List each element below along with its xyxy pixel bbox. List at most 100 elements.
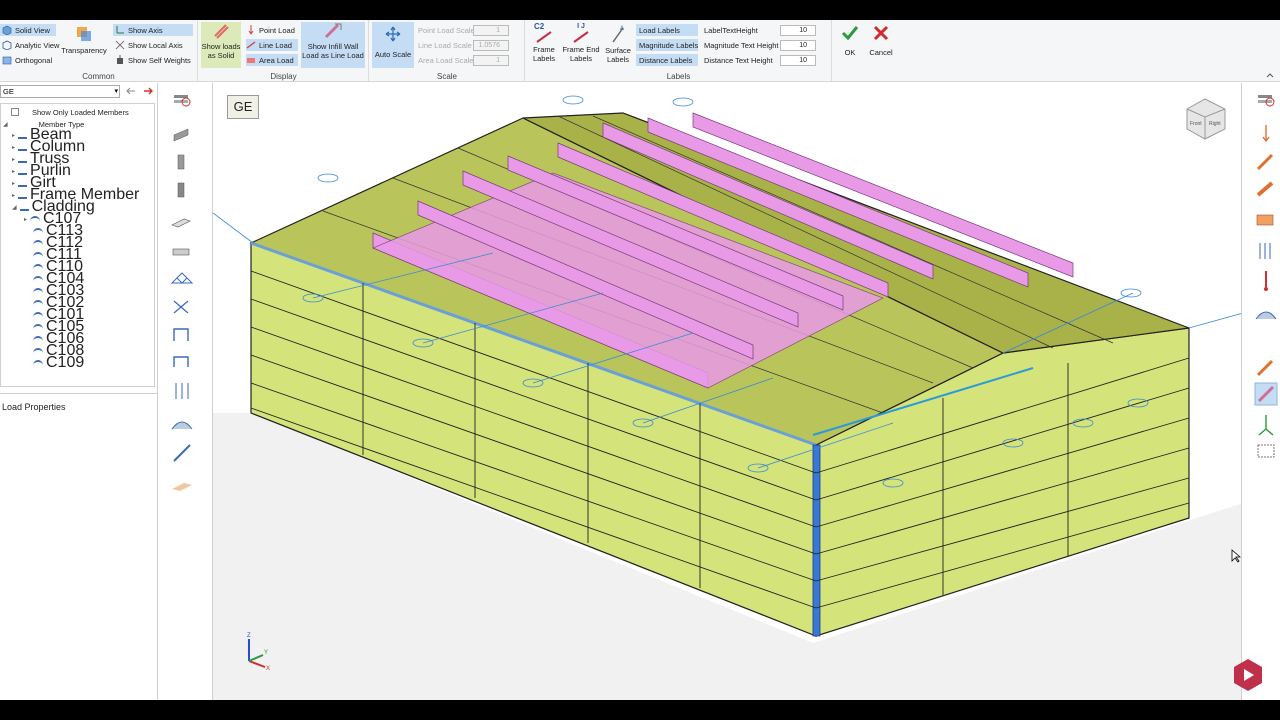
brace-icon[interactable] <box>173 300 189 314</box>
expand-arrow-icon[interactable]: ◢ <box>12 204 17 211</box>
distance-labels-button[interactable]: Distance Labels <box>636 54 698 66</box>
distance-text-height-input[interactable]: 10 <box>780 55 816 66</box>
thermal-load-icon[interactable] <box>1264 271 1268 291</box>
load-labels-label: Load Labels <box>639 25 680 35</box>
cancel-button[interactable]: Cancel <box>866 24 896 64</box>
infill-load-icon[interactable] <box>1254 382 1278 406</box>
plate-icon[interactable] <box>171 218 191 228</box>
axis-y-label: Y <box>264 650 268 656</box>
point-load-scale-input[interactable]: 1 <box>473 25 509 36</box>
orthogonal-button[interactable]: Orthogonal <box>0 54 52 66</box>
hinge-icon[interactable] <box>1256 359 1274 377</box>
slab-icon[interactable] <box>172 248 190 256</box>
checkbox-box[interactable] <box>11 108 19 116</box>
svg-text:A: A <box>620 26 624 32</box>
arrow-right-icon[interactable] <box>143 87 153 95</box>
expand-arrow-icon[interactable]: ▸ <box>24 216 27 223</box>
checkmark-icon <box>841 26 859 41</box>
expand-arrow-icon[interactable]: ▸ <box>12 156 15 163</box>
column-icon[interactable] <box>177 154 185 170</box>
show-loads-as-solid-button[interactable]: Show loads as Solid <box>201 22 241 68</box>
wall-load-tool-icon[interactable] <box>1256 214 1274 226</box>
cladding-icon <box>33 252 43 258</box>
frame-end-icon <box>573 31 589 43</box>
frame-end-labels-button[interactable]: I J Frame End Labels <box>562 22 600 68</box>
line-load-button[interactable]: Line Load <box>246 39 298 51</box>
solid-view-button[interactable]: Solid View <box>0 24 56 36</box>
cube-icon <box>2 25 12 35</box>
area-load-scale-input[interactable]: 1 <box>473 55 509 66</box>
show-only-loaded-label: Show Only Loaded Members <box>32 107 129 117</box>
analytic-view-button[interactable]: Analytic View <box>0 39 59 51</box>
local-axis-icon <box>115 40 125 50</box>
expand-arrow-icon[interactable]: ◢ <box>3 121 8 128</box>
scale-group: Auto Scale Point Load Scale 1 Line Load … <box>370 20 525 82</box>
auto-scale-button[interactable]: Auto Scale <box>372 22 414 68</box>
cladding-icon <box>33 228 43 234</box>
collapse-ribbon-icon[interactable] <box>1266 72 1274 78</box>
cladding-icon <box>33 264 43 270</box>
labels-group-label: Labels <box>666 72 691 81</box>
purlin-icon[interactable] <box>175 383 189 399</box>
arch-icon[interactable] <box>171 421 193 430</box>
portal-icon[interactable] <box>173 356 189 367</box>
view-cube[interactable]: Front Right <box>1183 95 1229 141</box>
ribbon: Solid View Analytic View Orthogonal Tran… <box>0 20 1280 82</box>
line-load-scale-input[interactable]: 1.0576 <box>473 40 509 51</box>
expand-arrow-icon[interactable]: ▸ <box>12 192 15 199</box>
line-load-tool-icon[interactable] <box>1256 153 1274 171</box>
distributed-load-icon[interactable] <box>1259 243 1271 259</box>
expand-arrow-icon[interactable]: ▸ <box>12 168 15 175</box>
frame-icon[interactable] <box>173 328 189 341</box>
eye-layer-icon[interactable] <box>174 95 191 107</box>
cladding-item[interactable]: C109 <box>24 354 84 371</box>
member-release-icon[interactable] <box>1258 415 1274 436</box>
show-axis-button[interactable]: Show Axis <box>113 24 193 36</box>
frame-end-labels-label-1: Frame End <box>562 45 600 54</box>
magnitude-text-height-input[interactable]: 10 <box>780 40 816 51</box>
frame-labels-button[interactable]: C2 Frame Labels <box>528 22 560 68</box>
member-type-icon <box>19 204 29 211</box>
arrow-left-icon[interactable] <box>126 87 136 95</box>
member-type-icon <box>18 180 28 187</box>
magnitude-labels-button[interactable]: Magnitude Labels <box>636 39 698 51</box>
member-type-icon <box>18 144 28 151</box>
point-load-button[interactable]: Point Load <box>246 24 295 36</box>
show-infill-wall-button[interactable]: Show Infill Wall Load as Line Load <box>301 22 365 68</box>
surface-labels-button[interactable]: A Surface Labels <box>602 22 634 68</box>
expand-arrow-icon[interactable]: ▸ <box>12 144 15 151</box>
cladding-icon <box>33 300 43 306</box>
frame-labels-label-2: Labels <box>532 54 556 63</box>
right-toolbar-icons <box>1254 95 1278 458</box>
line-member-icon[interactable] <box>173 444 191 462</box>
axis-x-label: X <box>266 666 270 671</box>
show-only-loaded-checkbox[interactable]: Show Only Loaded Members <box>11 106 129 118</box>
expand-arrow-icon[interactable]: ▸ <box>12 180 15 187</box>
grid-snap-icon[interactable] <box>1257 444 1275 458</box>
cladding-icon <box>33 324 43 330</box>
beam-icon[interactable] <box>173 128 189 142</box>
ok-button[interactable]: OK <box>836 24 864 64</box>
solid-view-label: Solid View <box>15 25 50 35</box>
load-case-dropdown[interactable]: GE ▾ <box>0 85 120 98</box>
transparency-icon <box>77 27 91 41</box>
close-icon <box>873 25 889 41</box>
bridge-load-icon[interactable] <box>1255 311 1277 320</box>
show-local-axis-button[interactable]: Show Local Axis <box>113 39 183 51</box>
point-load-tool-icon[interactable] <box>1262 125 1270 143</box>
transparency-button[interactable]: Transparency <box>58 24 110 66</box>
area-load-button[interactable]: Area Load <box>246 54 298 66</box>
label-text-height-input[interactable]: 10 <box>780 25 816 36</box>
transparency-label: Transparency <box>61 46 107 55</box>
building-model[interactable] <box>213 83 1242 700</box>
area-load-tool-icon[interactable] <box>1256 181 1274 197</box>
load-labels-button[interactable]: Load Labels <box>636 24 698 36</box>
truss-icon[interactable] <box>170 272 194 284</box>
model-viewport[interactable]: GE Front Right Z X Y <box>212 83 1242 700</box>
show-self-weights-button[interactable]: Show Self Weights <box>113 54 191 66</box>
eye-layer-icon[interactable] <box>1258 95 1275 107</box>
frame-label-icon <box>536 31 552 43</box>
expand-arrow-icon[interactable]: ▸ <box>12 132 15 139</box>
area-icon[interactable] <box>172 483 192 491</box>
post-icon[interactable] <box>177 182 185 198</box>
